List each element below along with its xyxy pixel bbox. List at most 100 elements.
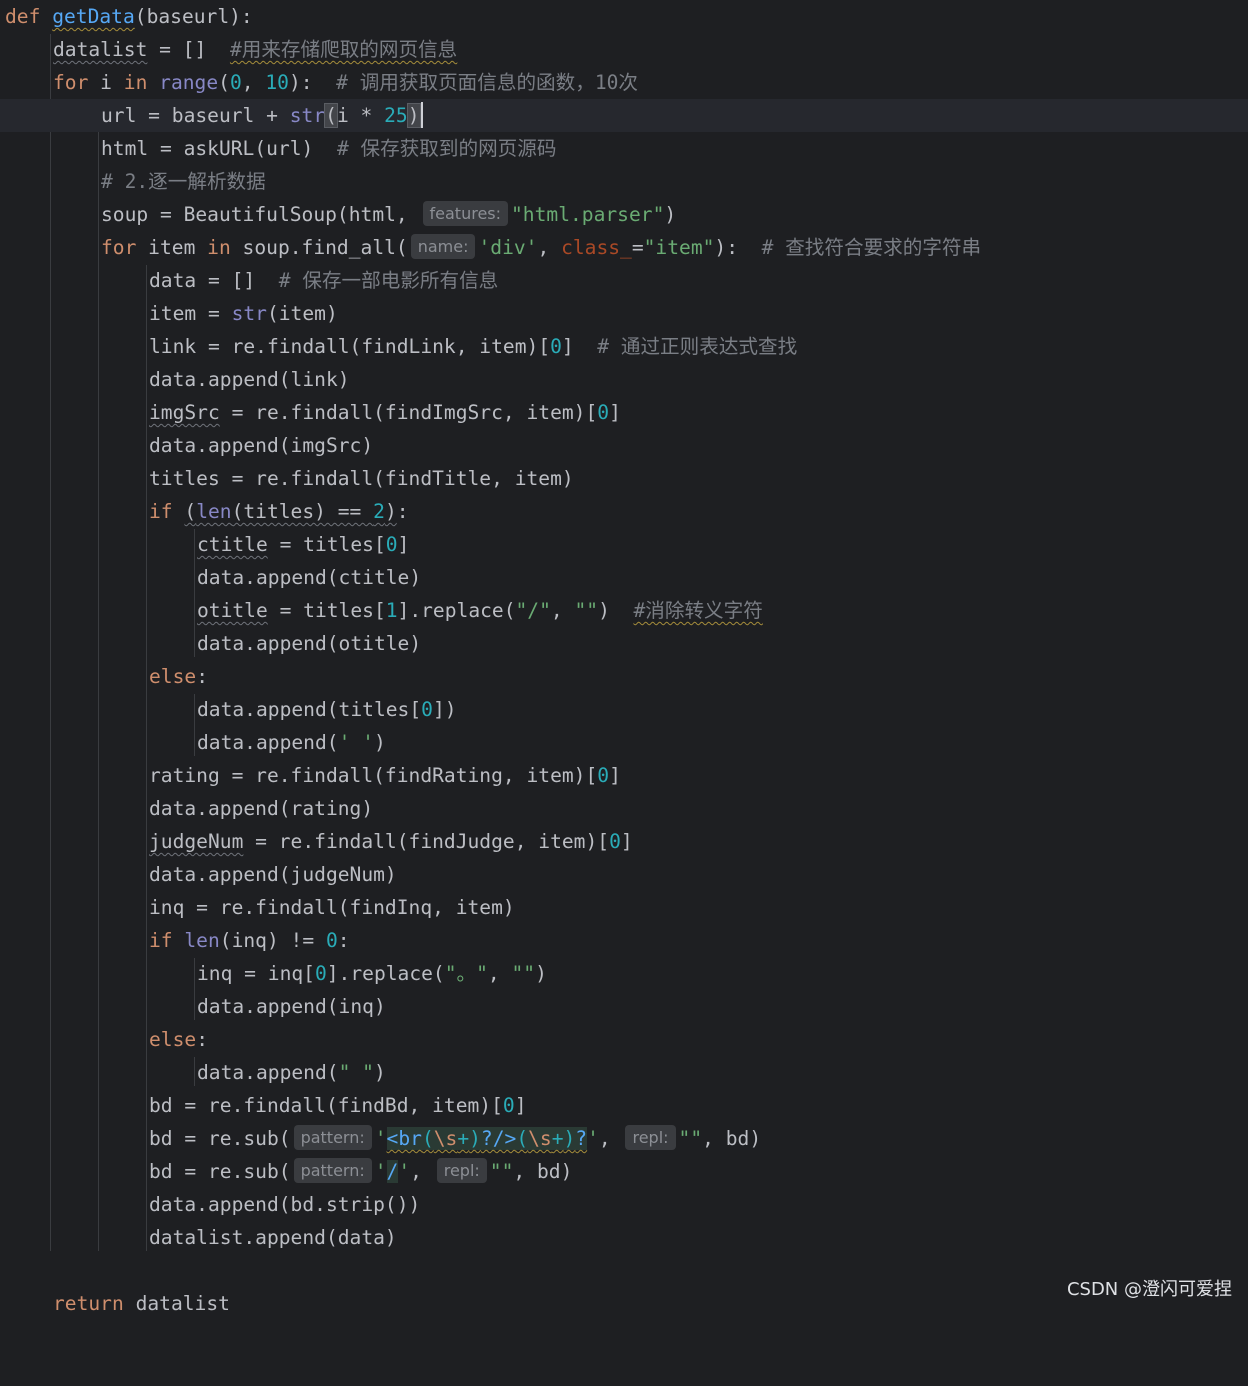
- code-line-17[interactable]: ctitle = titles[0]: [0, 528, 1248, 561]
- code-text: data.append(bd.strip()): [149, 1193, 421, 1216]
- code-text: i *: [336, 104, 385, 127]
- code-text: item =: [149, 302, 232, 325]
- comment: #用来存储爬取的网页信息: [229, 38, 458, 61]
- code-text: , bd): [702, 1127, 762, 1150]
- code-text: ): [535, 962, 547, 985]
- code-line-6[interactable]: # 2.逐一解析数据: [0, 165, 1248, 198]
- code-line-32[interactable]: else:: [0, 1023, 1248, 1056]
- keyword-return: return: [53, 1292, 124, 1315]
- code-line-31[interactable]: data.append(inq): [0, 990, 1248, 1023]
- regex-group: (: [421, 1127, 434, 1150]
- string-quote: ': [398, 1160, 411, 1183]
- function-name: getData: [52, 5, 135, 28]
- paren: ): [664, 203, 677, 226]
- code-line-13[interactable]: imgSrc = re.findall(findImgSrc, item)[0]: [0, 396, 1248, 429]
- variable: datalist: [53, 38, 148, 61]
- code-line-20[interactable]: data.append(otitle): [0, 627, 1248, 660]
- code-text: :: [337, 929, 350, 952]
- code-text: :: [196, 1028, 208, 1051]
- parameter-hint: repl:: [436, 1158, 487, 1183]
- code-line-16[interactable]: if (len(titles) == 2):: [0, 495, 1248, 528]
- code-line-8[interactable]: for item in soup.find_all(name:'div', cl…: [0, 231, 1248, 264]
- code-text: ): [373, 1061, 386, 1084]
- code-line-34[interactable]: bd = re.findall(findBd, item)[0]: [0, 1089, 1248, 1122]
- code-line-1[interactable]: def getData(baseurl):: [0, 0, 1248, 33]
- string: " ": [338, 1061, 374, 1084]
- code-line-28[interactable]: inq = re.findall(findInq, item): [0, 891, 1248, 924]
- comment: # 保存一部电影所有信息: [278, 269, 499, 292]
- code-line-26[interactable]: judgeNum = re.findall(findJudge, item)[0…: [0, 825, 1248, 858]
- code-line-33[interactable]: data.append(" "): [0, 1056, 1248, 1089]
- code-line-22[interactable]: data.append(titles[0]): [0, 693, 1248, 726]
- code-line-27[interactable]: data.append(judgeNum): [0, 858, 1248, 891]
- code-text: (item): [266, 302, 338, 325]
- code-text: data.append(rating): [149, 797, 374, 820]
- code-line-14[interactable]: data.append(imgSrc): [0, 429, 1248, 462]
- keyword-if: if: [149, 500, 173, 523]
- code-line-11[interactable]: link = re.findall(findLink, item)[0] # 通…: [0, 330, 1248, 363]
- parameter-hint: pattern:: [293, 1125, 372, 1150]
- code-line-23[interactable]: data.append(' '): [0, 726, 1248, 759]
- code-text: ,: [487, 962, 512, 985]
- string-quote: ': [374, 1160, 387, 1183]
- code-text: data.append(inq): [197, 995, 386, 1018]
- code-text: ]: [514, 1094, 527, 1117]
- comment: # 调用获取页面信息的函数，10次: [336, 71, 639, 94]
- code-line-5[interactable]: html = askURL(url) # 保存获取到的网页源码: [0, 132, 1248, 165]
- number: 0: [385, 533, 398, 556]
- code-line-24[interactable]: rating = re.findall(findRating, item)[0]: [0, 759, 1248, 792]
- code-text: ,: [410, 1160, 434, 1183]
- code-text: ]): [432, 698, 457, 721]
- keyword-else: else: [149, 665, 197, 688]
- code-line-30[interactable]: inq = inq[0].replace("。", ""): [0, 957, 1248, 990]
- number: 0: [325, 929, 338, 952]
- code-text: ].replace(: [397, 599, 516, 622]
- code-text: data.append(: [197, 1061, 339, 1084]
- code-line-25[interactable]: data.append(rating): [0, 792, 1248, 825]
- code-line-7[interactable]: soup = BeautifulSoup(html, features: "htm…: [0, 198, 1248, 231]
- code-editor[interactable]: def getData(baseurl): datalist = [] #用来存…: [0, 0, 1248, 1315]
- code-line-2[interactable]: datalist = [] #用来存储爬取的网页信息: [0, 33, 1248, 66]
- code-line-36[interactable]: bd = re.sub(pattern: '/', repl: "", bd): [0, 1155, 1248, 1188]
- code-text: url = baseurl +: [101, 104, 290, 127]
- number: 1: [385, 599, 398, 622]
- code-text: rating = re.findall(findRating, item)[: [149, 764, 598, 787]
- number: 0: [502, 1094, 515, 1117]
- code-line-18[interactable]: data.append(ctitle): [0, 561, 1248, 594]
- code-text: item: [136, 236, 208, 259]
- code-line-37[interactable]: data.append(bd.strip()): [0, 1188, 1248, 1221]
- paren: (: [134, 5, 147, 28]
- code-line-35[interactable]: bd = re.sub(pattern: '<br(\s+)?/>(\s+)?',…: [0, 1122, 1248, 1155]
- code-line-4-current[interactable]: url = baseurl + str(i * 25): [0, 99, 1248, 132]
- code-line-3[interactable]: for i in range(0, 10): # 调用获取页面信息的函数，10次: [0, 66, 1248, 99]
- code-text: (titles) ==: [231, 500, 374, 523]
- code-text: ): [373, 731, 386, 754]
- keyword-else: else: [149, 1028, 197, 1051]
- code-line-9[interactable]: data = [] # 保存一部电影所有信息: [0, 264, 1248, 297]
- string-quote: ': [587, 1127, 599, 1150]
- string: "item": [643, 236, 715, 259]
- number: 0: [229, 71, 242, 94]
- code-line-12[interactable]: data.append(link): [0, 363, 1248, 396]
- code-line-40[interactable]: return datalist: [0, 1287, 1248, 1320]
- code-line-29[interactable]: if len(inq) != 0:: [0, 924, 1248, 957]
- code-text: data.append(imgSrc): [149, 434, 374, 457]
- code-text: ,: [241, 71, 266, 94]
- code-line-15[interactable]: titles = re.findall(findTitle, item): [0, 462, 1248, 495]
- regex-text: <br: [386, 1127, 422, 1150]
- code-text: bd = re.sub(: [149, 1160, 291, 1183]
- code-line-38[interactable]: datalist.append(data): [0, 1221, 1248, 1254]
- number: 0: [550, 335, 562, 358]
- variable: judgeNum: [149, 830, 244, 853]
- comment: #消除转义字符: [633, 599, 763, 622]
- code-line-10[interactable]: item = str(item): [0, 297, 1248, 330]
- code-line-19[interactable]: otitle = titles[1].replace("/", "") #消除转…: [0, 594, 1248, 627]
- code-text: data.append(judgeNum): [149, 863, 397, 886]
- matched-paren: ): [406, 103, 421, 128]
- code-text: datalist: [123, 1292, 230, 1315]
- code-line-21[interactable]: else:: [0, 660, 1248, 693]
- keyword-def: def: [5, 5, 41, 28]
- code-text: ]: [609, 401, 621, 424]
